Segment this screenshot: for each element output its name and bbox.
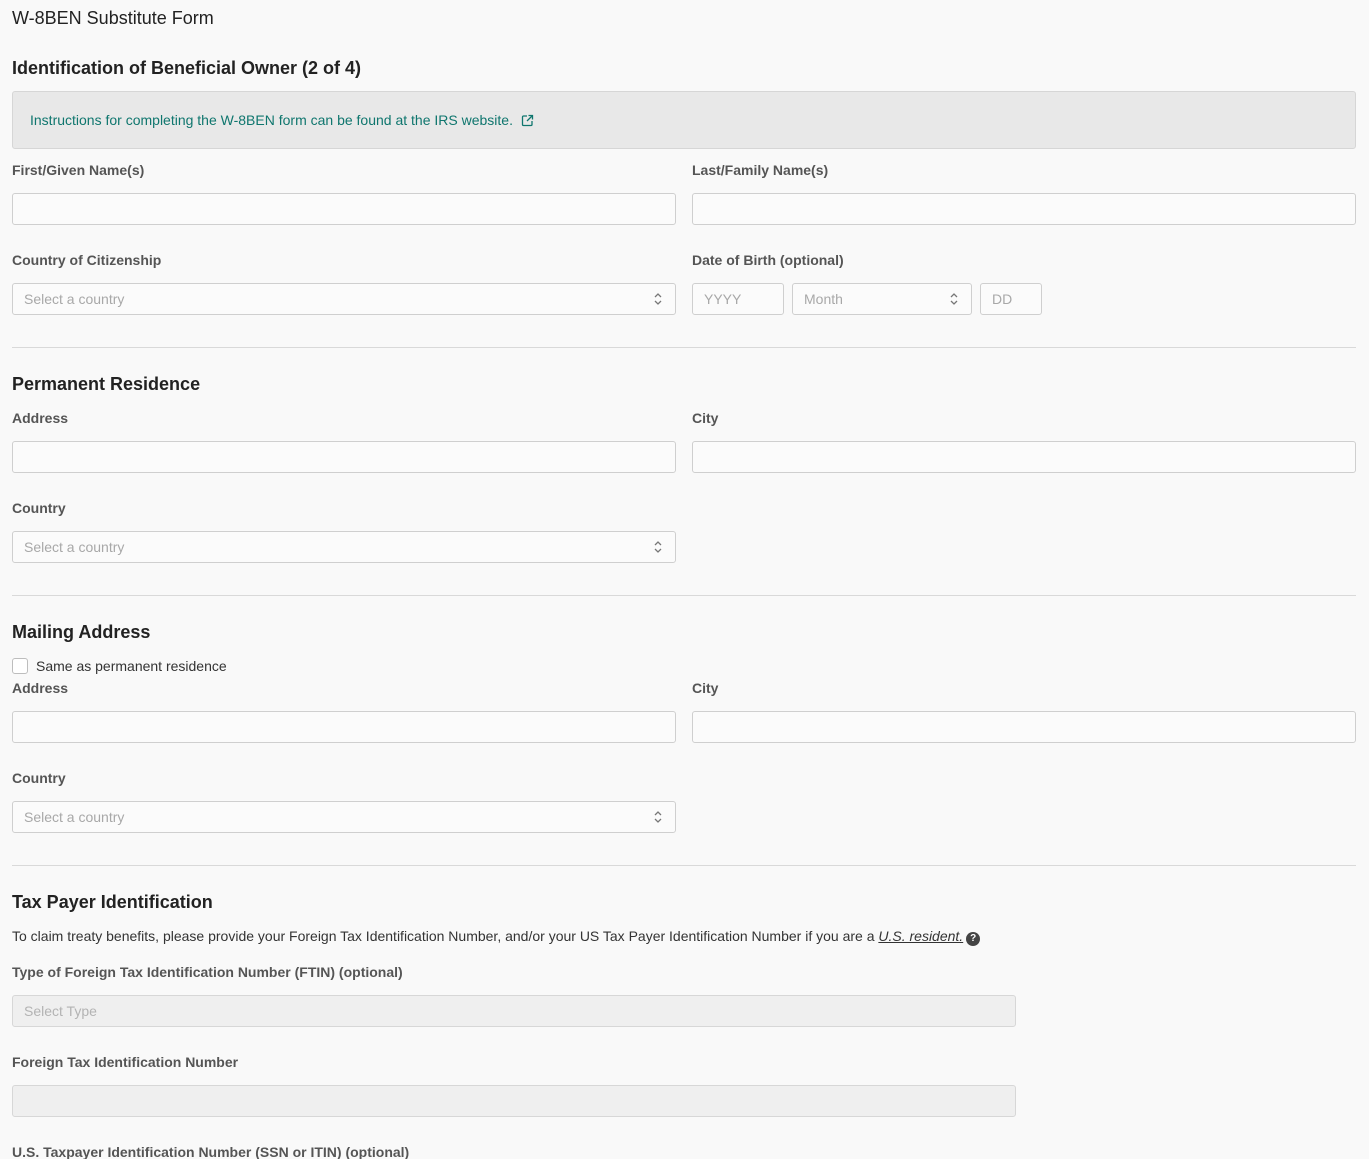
irs-instructions-text: Instructions for completing the W-8BEN f… bbox=[30, 112, 513, 128]
residence-country-label: Country bbox=[12, 500, 66, 516]
instructions-banner: Instructions for completing the W-8BEN f… bbox=[12, 91, 1356, 149]
citizenship-label: Country of Citizenship bbox=[12, 252, 162, 268]
chevron-up-down-icon bbox=[654, 293, 662, 305]
irs-instructions-link[interactable]: Instructions for completing the W-8BEN f… bbox=[30, 112, 534, 128]
ftin-type-label: Type of Foreign Tax Identification Numbe… bbox=[12, 964, 403, 980]
ftin-type-select[interactable]: Select Type bbox=[12, 995, 1016, 1027]
tax-id-description: To claim treaty benefits, please provide… bbox=[12, 928, 981, 946]
ftin-type-placeholder: Select Type bbox=[24, 1003, 97, 1019]
mailing-address-input[interactable] bbox=[12, 711, 676, 743]
residence-city-label: City bbox=[692, 410, 719, 426]
mailing-country-select[interactable]: Select a country bbox=[12, 801, 676, 833]
section-divider bbox=[12, 347, 1356, 348]
dob-day-placeholder: DD bbox=[992, 291, 1013, 307]
residence-city-input[interactable] bbox=[692, 441, 1356, 473]
dob-month-select[interactable]: Month bbox=[792, 283, 972, 315]
dob-year-input[interactable]: YYYY bbox=[692, 283, 784, 315]
tax-id-description-text: To claim treaty benefits, please provide… bbox=[12, 928, 875, 944]
dob-month-placeholder: Month bbox=[804, 291, 843, 307]
ftin-input[interactable] bbox=[12, 1085, 1016, 1117]
residence-address-input[interactable] bbox=[12, 441, 676, 473]
us-resident-link[interactable]: U.S. resident. bbox=[878, 928, 963, 944]
mailing-address-heading: Mailing Address bbox=[12, 622, 151, 642]
residence-address-label: Address bbox=[12, 410, 69, 426]
mailing-city-label: City bbox=[692, 680, 719, 696]
first-name-input[interactable] bbox=[12, 193, 676, 225]
chevron-up-down-icon bbox=[654, 541, 662, 553]
mailing-country-placeholder: Select a country bbox=[24, 809, 125, 825]
section-divider bbox=[12, 595, 1356, 596]
ftin-label: Foreign Tax Identification Number bbox=[12, 1054, 239, 1070]
citizenship-select[interactable]: Select a country bbox=[12, 283, 676, 315]
section-divider bbox=[12, 865, 1356, 866]
last-name-label: Last/Family Name(s) bbox=[692, 162, 829, 178]
dob-year-placeholder: YYYY bbox=[704, 291, 742, 307]
last-name-input[interactable] bbox=[692, 193, 1356, 225]
mailing-city-input[interactable] bbox=[692, 711, 1356, 743]
same-as-residence-label[interactable]: Same as permanent residence bbox=[36, 658, 227, 674]
dob-label: Date of Birth (optional) bbox=[692, 252, 844, 268]
external-link-icon bbox=[521, 114, 534, 127]
us-tin-label: U.S. Taxpayer Identification Number (SSN… bbox=[12, 1144, 410, 1159]
dob-day-input[interactable]: DD bbox=[980, 283, 1042, 315]
identification-heading: Identification of Beneficial Owner (2 of… bbox=[12, 58, 362, 78]
tax-id-heading: Tax Payer Identification bbox=[12, 892, 213, 912]
permanent-residence-heading: Permanent Residence bbox=[12, 374, 201, 394]
chevron-up-down-icon bbox=[950, 293, 958, 305]
help-icon[interactable]: ? bbox=[966, 932, 981, 946]
mailing-address-label: Address bbox=[12, 680, 69, 696]
page-title: W-8BEN Substitute Form bbox=[12, 8, 214, 28]
mailing-country-label: Country bbox=[12, 770, 66, 786]
citizenship-placeholder: Select a country bbox=[24, 291, 125, 307]
residence-country-placeholder: Select a country bbox=[24, 539, 125, 555]
residence-country-select[interactable]: Select a country bbox=[12, 531, 676, 563]
chevron-up-down-icon bbox=[654, 811, 662, 823]
same-as-residence-checkbox[interactable] bbox=[12, 658, 28, 674]
first-name-label: First/Given Name(s) bbox=[12, 162, 145, 178]
